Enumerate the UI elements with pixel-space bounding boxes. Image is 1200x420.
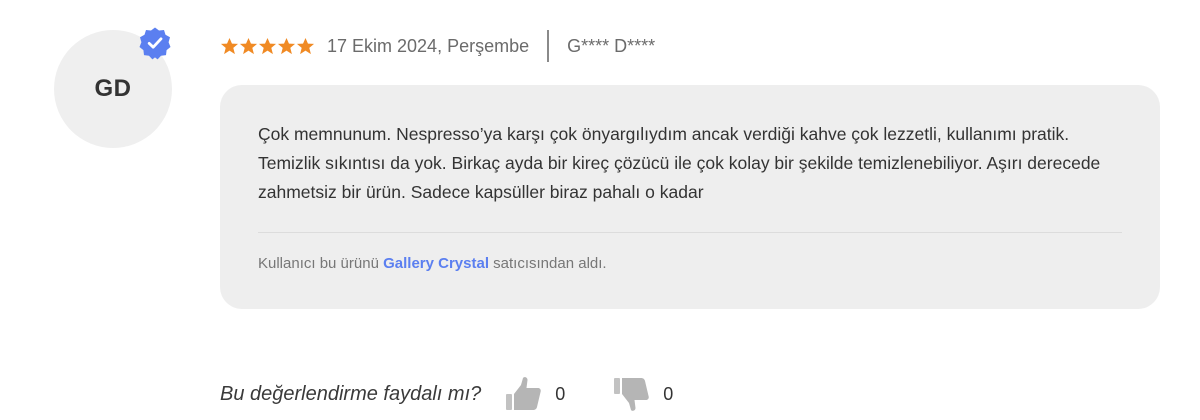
thumbs-up-button[interactable]: 0 [503,374,565,414]
reviewer-name: G**** D**** [567,35,656,56]
review-text: Çok memnunum. Nespresso’ya karşı çok öny… [258,124,1101,202]
thumbs-up-count: 0 [555,383,566,404]
helpful-section: Bu değerlendirme faydalı mı? 0 0 [220,372,673,416]
star-icon [277,37,296,54]
star-rating [220,37,315,56]
seller-link[interactable]: Gallery Crystal [383,255,489,272]
avatar-initials: GD [94,75,132,102]
star-icon [220,37,239,54]
verified-badge-icon [139,27,171,60]
star-icon [258,37,277,54]
helpful-question: Bu değerlendirme faydalı mı? [220,382,482,405]
star-icon [296,37,315,54]
thumbs-up-icon [506,377,542,410]
thumbs-down-count: 0 [663,383,674,404]
meta-divider [547,30,550,62]
thumbs-down-button[interactable]: 0 [611,374,673,414]
review-card: GD 17 Ekim 2024, Perşembe G**** D**** Ço… [0,0,1200,420]
review-meta: 17 Ekim 2024, Perşembe G**** D**** [220,28,655,64]
star-icon [239,37,258,54]
bubble-divider [258,232,1122,233]
seller-info: Kullanıcı bu ürünü Gallery Crystal satıc… [258,255,607,272]
thumbs-down-icon [614,378,650,411]
review-bubble: Çok memnunum. Nespresso’ya karşı çok öny… [220,85,1160,309]
review-date: 17 Ekim 2024, Perşembe [327,35,530,56]
seller-prefix: Kullanıcı bu ürünü [258,255,379,272]
seller-suffix: satıcısından aldı. [493,255,607,272]
